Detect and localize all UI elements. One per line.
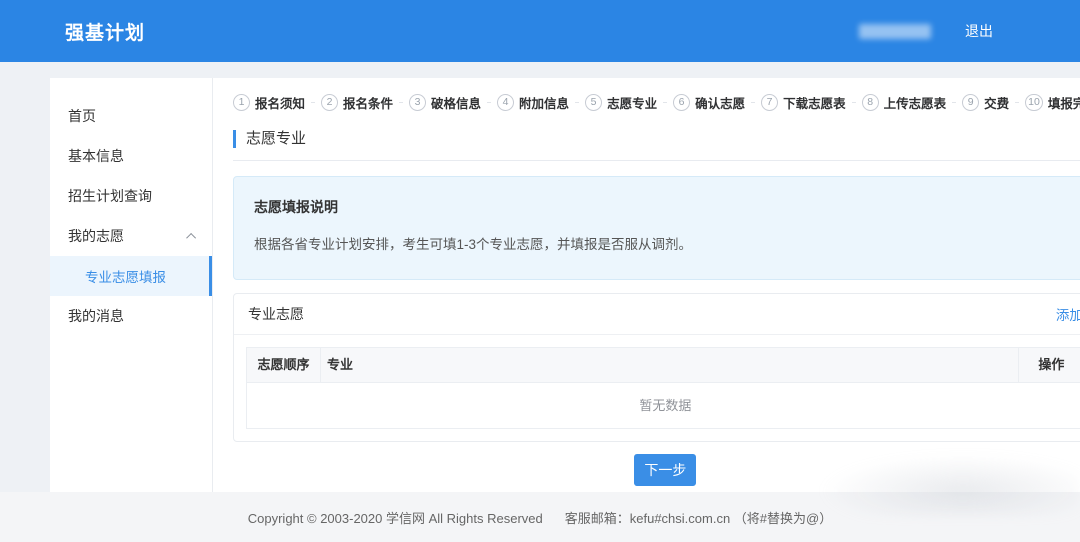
sidebar-item-我的消息[interactable]: 我的消息 [50, 296, 212, 336]
step-number: 7 [761, 94, 778, 111]
sidebar-item-label: 我的志愿 [68, 226, 124, 246]
step-item-6: 6 确认志愿 [673, 93, 745, 112]
service-email-text: 客服邮箱：kefu#chsi.com.cn （将#替换为@） [565, 508, 832, 527]
panel-header: 专业志愿 添加 [234, 294, 1080, 335]
empty-state-text: 暂无数据 [247, 383, 1080, 429]
content-wrapper: 首页基本信息招生计划查询我的志愿专业志愿填报我的消息 1 报名须知 2 报名条件 3 破格… [50, 78, 1030, 492]
column-header-order: 志愿顺序 [247, 348, 321, 383]
step-number: 10 [1025, 94, 1043, 111]
step-connector [663, 102, 667, 103]
copyright-text: Copyright © 2003-2020 学信网 All Rights Res… [248, 508, 543, 527]
sidebar-menu: 首页基本信息招生计划查询我的志愿专业志愿填报我的消息 [50, 78, 213, 492]
step-label: 附加信息 [519, 93, 569, 112]
step-connector [952, 102, 956, 103]
step-item-1: 1 报名须知 [233, 93, 305, 112]
step-number: 3 [409, 94, 426, 111]
step-item-10: 10 填报完成 [1025, 93, 1080, 112]
sidebar-item-label: 招生计划查询 [68, 186, 152, 206]
section-divider [233, 160, 1080, 161]
notice-box: 志愿填报说明 根据各省专业计划安排，考生可填1-3个专业志愿，并填报是否服从调剂… [233, 176, 1080, 280]
step-label: 破格信息 [431, 93, 481, 112]
page-title: 志愿专业 [233, 130, 1080, 148]
sidebar-item-专业志愿填报[interactable]: 专业志愿填报 [50, 256, 212, 296]
sidebar-item-首页[interactable]: 首页 [50, 96, 212, 136]
step-number: 1 [233, 94, 250, 111]
notice-title: 志愿填报说明 [254, 197, 1077, 217]
sidebar-item-label: 专业志愿填报 [85, 266, 166, 286]
step-label: 志愿专业 [607, 93, 657, 112]
step-item-4: 4 附加信息 [497, 93, 569, 112]
step-connector [399, 102, 403, 103]
step-label: 交费 [984, 93, 1009, 112]
notice-body: 根据各省专业计划安排，考生可填1-3个专业志愿，并填报是否服从调剂。 [254, 235, 1077, 255]
step-label: 报名须知 [255, 93, 305, 112]
step-item-5: 5 志愿专业 [585, 93, 657, 112]
step-label: 报名条件 [343, 93, 393, 112]
step-label: 下载志愿表 [783, 93, 846, 112]
column-header-action: 操作 [1018, 348, 1080, 383]
step-number: 6 [673, 94, 690, 111]
button-row: 下一步 [233, 454, 1080, 486]
column-header-major: 专业 [321, 348, 1019, 383]
next-step-button[interactable]: 下一步 [634, 454, 696, 486]
step-item-3: 3 破格信息 [409, 93, 481, 112]
step-connector [1015, 102, 1019, 103]
sidebar-item-label: 我的消息 [68, 306, 124, 326]
major-preference-panel: 专业志愿 添加 志愿顺序 专业 操作 暂无数据 [233, 293, 1080, 442]
step-number: 5 [585, 94, 602, 111]
step-connector [311, 102, 315, 103]
panel-title: 专业志愿 [248, 304, 304, 324]
step-item-2: 2 报名条件 [321, 93, 393, 112]
step-label: 上传志愿表 [884, 93, 947, 112]
table-header-row: 志愿顺序 专业 操作 [247, 348, 1080, 383]
stepper: 1 报名须知 2 报名条件 3 破格信息 4 附加信息 5 志愿专业 6 确认志愿 7 下载志愿表 8 上传志… [233, 92, 1080, 112]
step-label: 确认志愿 [695, 93, 745, 112]
step-label: 填报完成 [1048, 93, 1080, 112]
top-header: 强基计划 退出 [0, 0, 1080, 62]
step-item-7: 7 下载志愿表 [761, 93, 846, 112]
step-number: 8 [862, 94, 879, 111]
sidebar-item-我的志愿[interactable]: 我的志愿 [50, 216, 212, 256]
empty-row: 暂无数据 [247, 383, 1080, 429]
page-footer: Copyright © 2003-2020 学信网 All Rights Res… [0, 492, 1080, 542]
step-number: 4 [497, 94, 514, 111]
preference-table: 志愿顺序 专业 操作 暂无数据 [246, 347, 1080, 429]
step-connector [852, 102, 856, 103]
user-name-redacted [859, 24, 931, 39]
app-title: 强基计划 [65, 18, 145, 45]
sidebar-item-基本信息[interactable]: 基本信息 [50, 136, 212, 176]
add-button[interactable]: 添加 [1056, 304, 1080, 324]
logout-button[interactable]: 退出 [965, 21, 993, 41]
step-connector [751, 102, 755, 103]
step-item-9: 9 交费 [962, 93, 1009, 112]
step-number: 2 [321, 94, 338, 111]
main-panel: 1 报名须知 2 报名条件 3 破格信息 4 附加信息 5 志愿专业 6 确认志愿 7 下载志愿表 8 上传志… [213, 78, 1080, 492]
panel-body: 志愿顺序 专业 操作 暂无数据 [234, 335, 1080, 441]
sidebar-item-label: 首页 [68, 106, 96, 126]
sidebar-item-label: 基本信息 [68, 146, 124, 166]
sidebar-item-招生计划查询[interactable]: 招生计划查询 [50, 176, 212, 216]
step-item-8: 8 上传志愿表 [862, 93, 947, 112]
chevron-up-icon [186, 232, 196, 242]
step-connector [487, 102, 491, 103]
step-number: 9 [962, 94, 979, 111]
step-connector [575, 102, 579, 103]
